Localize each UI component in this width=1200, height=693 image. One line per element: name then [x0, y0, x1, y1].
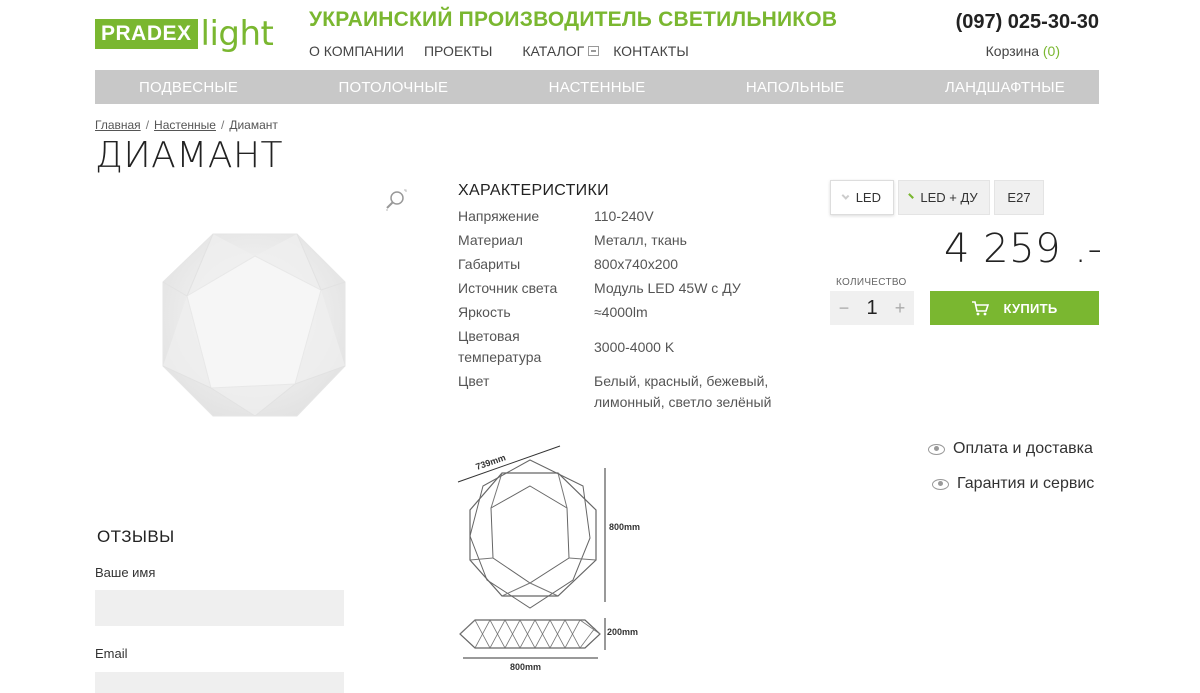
phone-number[interactable]: (097) 025-30-30: [956, 11, 1099, 34]
option-led[interactable]: LED: [830, 180, 894, 215]
cart-link[interactable]: Корзина (0): [986, 43, 1060, 59]
eye-icon: [928, 443, 945, 455]
spec-value: 800x740x200: [594, 256, 679, 272]
lamp-image: [162, 233, 346, 417]
buy-label: КУПИТЬ: [1003, 300, 1058, 316]
spec-key: Цветовая температура: [458, 328, 542, 365]
quantity-minus-button[interactable]: −: [836, 298, 852, 319]
spec-value: 110-240V: [594, 208, 654, 224]
product-image[interactable]: [95, 178, 415, 478]
spec-key: Источник света: [458, 280, 558, 296]
spec-value: 3000-4000 K: [594, 338, 675, 355]
option-e27[interactable]: E27: [994, 180, 1044, 215]
nav-catalog-label: КАТАЛОГ: [522, 43, 585, 59]
nav-projects[interactable]: ПРОЕКТЫ: [424, 43, 492, 59]
check-icon: [841, 192, 850, 200]
specs-table: Напряжение 110-240V Материал Металл, тка…: [458, 206, 818, 416]
breadcrumb-home[interactable]: Главная: [95, 118, 141, 132]
option-led-remote[interactable]: LED + ДУ: [898, 180, 990, 215]
spec-key: Материал: [458, 232, 523, 248]
price: 4 259 .-: [944, 226, 1103, 272]
quantity-value[interactable]: 1: [866, 297, 877, 320]
reviews-title: ОТЗЫВЫ: [97, 527, 175, 546]
category-pendant[interactable]: ПОДВЕСНЫЕ: [139, 79, 238, 96]
quantity-label: КОЛИЧЕСТВО: [836, 277, 907, 288]
option-label: LED + ДУ: [920, 190, 978, 205]
variant-options: LED LED + ДУ E27: [830, 180, 1048, 215]
warranty-service-label: Гарантия и сервис: [957, 475, 1095, 492]
dim-diagonal: 739mm: [474, 452, 507, 472]
spec-row: Цветовая температура 3000-4000 K: [458, 326, 818, 368]
dim-depth: 200mm: [607, 627, 638, 637]
nav-catalog[interactable]: КАТАЛОГ: [522, 43, 600, 59]
top-nav: О КОМПАНИИ ПРОЕКТЫ КАТАЛОГ КОНТАКТЫ: [309, 43, 709, 59]
breadcrumb-separator: /: [220, 118, 225, 132]
logo[interactable]: PRADEX light: [95, 14, 274, 54]
spec-row: Габариты 800x740x200: [458, 254, 818, 275]
spec-key: Яркость: [458, 304, 511, 320]
nav-contacts[interactable]: КОНТАКТЫ: [613, 43, 689, 59]
dim-height: 800mm: [609, 522, 640, 532]
spec-row: Цвет Белый, красный, бежевый, лимонный, …: [458, 371, 818, 413]
eye-icon: [932, 478, 949, 490]
email-field[interactable]: [95, 672, 344, 693]
option-label: LED: [855, 190, 881, 205]
category-floor[interactable]: НАПОЛЬНЫЕ: [746, 79, 845, 96]
nav-about[interactable]: О КОМПАНИИ: [309, 43, 404, 59]
category-ceiling[interactable]: ПОТОЛОЧНЫЕ: [338, 79, 448, 96]
spec-row: Напряжение 110-240V: [458, 206, 818, 227]
site-tagline: УКРАИНСКИЙ ПРОИЗВОДИТЕЛЬ СВЕТИЛЬНИКОВ: [309, 8, 838, 31]
catalog-print-icon: [588, 46, 600, 56]
page-title: ДИАМАНТ: [95, 135, 283, 176]
check-icon: [908, 193, 915, 199]
name-field[interactable]: [95, 590, 344, 626]
logo-primary: PRADEX: [95, 19, 198, 49]
spec-value: ≈4000lm: [594, 304, 648, 320]
spec-row: Источник света Модуль LED 45W с ДУ: [458, 278, 818, 299]
category-wall[interactable]: НАСТЕННЫЕ: [549, 79, 646, 96]
technical-drawing: 739mm 800mm 200mm 800mm: [455, 438, 655, 678]
spec-key: Цвет: [458, 373, 490, 389]
quantity-plus-button[interactable]: +: [892, 298, 908, 319]
cart-count: (0): [1042, 43, 1060, 59]
specs-title: ХАРАКТЕРИСТИКИ: [458, 182, 609, 199]
spec-key: Напряжение: [458, 208, 540, 224]
payment-delivery-link[interactable]: Оплата и доставка: [928, 440, 1093, 458]
spec-value: Белый, красный, бежевый, лимонный, светл…: [594, 373, 772, 410]
name-label: Ваше имя: [95, 565, 156, 580]
zoom-icon[interactable]: [384, 188, 408, 212]
spec-value: Металл, ткань: [594, 232, 687, 248]
category-landscape[interactable]: ЛАНДШАФТНЫЕ: [945, 79, 1065, 96]
option-label: E27: [1007, 190, 1031, 205]
cart-icon: [972, 301, 990, 316]
spec-value: Модуль LED 45W с ДУ: [594, 280, 741, 296]
breadcrumb-current: Диамант: [229, 118, 278, 132]
spec-key: Габариты: [458, 256, 521, 272]
dim-width: 800mm: [510, 662, 541, 672]
breadcrumb-separator: /: [145, 118, 150, 132]
cart-label: Корзина: [985, 43, 1039, 59]
quantity-stepper: − 1 +: [830, 291, 914, 325]
spec-row: Яркость ≈4000lm: [458, 302, 818, 323]
warranty-service-link[interactable]: Гарантия и сервис: [932, 475, 1094, 493]
category-bar: ПОДВЕСНЫЕ ПОТОЛОЧНЫЕ НАСТЕННЫЕ НАПОЛЬНЫЕ…: [95, 70, 1099, 104]
breadcrumb: Главная / Настенные / Диамант: [95, 118, 278, 132]
payment-delivery-label: Оплата и доставка: [953, 440, 1093, 457]
spec-row: Материал Металл, ткань: [458, 230, 818, 251]
email-label: Email: [95, 646, 128, 661]
logo-secondary: light: [200, 14, 274, 54]
buy-button[interactable]: КУПИТЬ: [930, 291, 1099, 325]
breadcrumb-wall[interactable]: Настенные: [154, 118, 216, 132]
